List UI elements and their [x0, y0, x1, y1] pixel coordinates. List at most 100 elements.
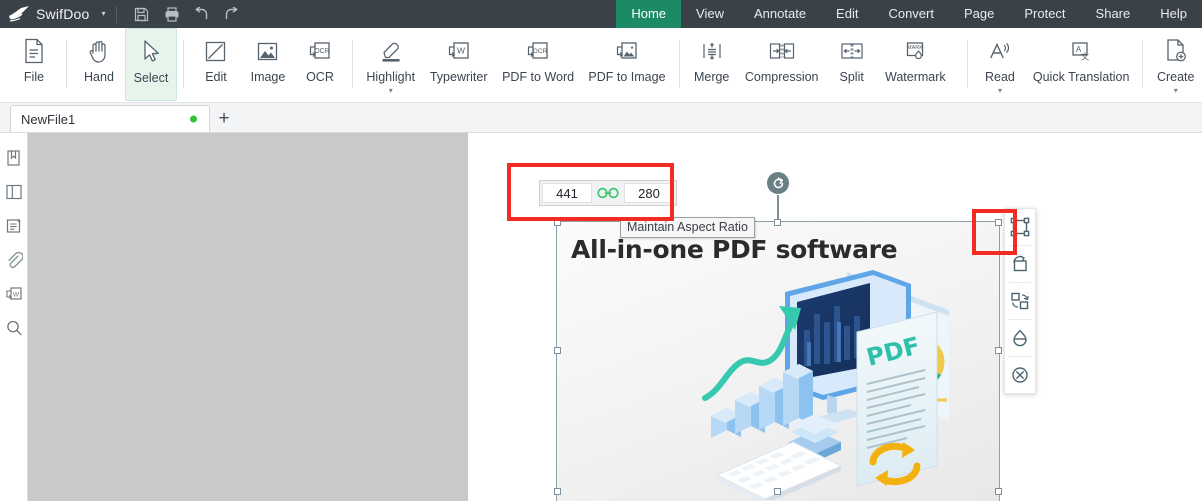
chain-link-icon[interactable] [594, 187, 622, 199]
selected-image-object[interactable]: All-in-one PDF software PDF [556, 221, 1000, 501]
menu-item-share[interactable]: Share [1081, 0, 1146, 28]
resize-handle-w[interactable] [554, 347, 561, 354]
rotate-icon[interactable] [1004, 246, 1036, 282]
undo-icon[interactable] [187, 0, 217, 28]
search-icon[interactable] [0, 311, 28, 345]
highlighter-icon [377, 34, 405, 68]
ribbon-label: Quick Translation [1032, 70, 1130, 84]
chevron-down-icon[interactable]: ▾ [1174, 87, 1178, 95]
ribbon-label: Image [250, 70, 286, 84]
svg-text:OCR: OCR [314, 48, 330, 55]
left-sidebar-rail: W [0, 133, 28, 501]
resize-handle-ne[interactable] [995, 219, 1002, 226]
ribbon-button-create[interactable]: Create ▾ [1149, 28, 1202, 101]
swifdoo-logo-icon [8, 5, 30, 23]
menu-item-edit[interactable]: Edit [821, 0, 873, 28]
delete-icon[interactable] [1004, 357, 1036, 393]
save-icon[interactable] [127, 0, 157, 28]
ribbon-button-read[interactable]: Read ▾ [974, 28, 1026, 101]
ribbon-button-hand[interactable]: Hand [73, 28, 125, 101]
replace-image-icon[interactable] [1004, 283, 1036, 319]
ribbon-button-file[interactable]: File [8, 28, 60, 101]
svg-text:W: W [12, 292, 19, 299]
redo-icon[interactable] [217, 0, 247, 28]
divider [966, 40, 968, 88]
chevron-down-icon[interactable]: ▾ [998, 87, 1002, 95]
ribbon-toolbar: File Hand Select Edit Image OCR OCR High… [0, 28, 1202, 103]
svg-text:OCR: OCR [533, 48, 548, 55]
menu-item-help[interactable]: Help [1145, 0, 1202, 28]
resize-handle-s[interactable] [774, 488, 781, 495]
menu-item-convert[interactable]: Convert [873, 0, 949, 28]
document-viewer: All-in-one PDF software PDF 441 280 Main… [28, 133, 1202, 501]
main-menu-bar: Home View Annotate Edit Convert Page Pro… [616, 0, 1202, 28]
menu-item-view[interactable]: View [681, 0, 739, 28]
brand-name: SwifDoo [36, 6, 90, 22]
resize-handle-nw[interactable] [554, 219, 561, 226]
pdf-page[interactable]: All-in-one PDF software PDF 441 280 Main… [468, 133, 1202, 501]
menu-item-home[interactable]: Home [616, 0, 682, 28]
ribbon-label: OCR [306, 70, 334, 84]
ribbon-label: Create [1156, 70, 1195, 84]
ribbon-label: Highlight [366, 70, 416, 84]
ribbon-button-quick-translation[interactable]: A 文 Quick Translation [1026, 28, 1136, 101]
ribbon-button-watermark[interactable]: MARK Watermark [878, 28, 953, 101]
maintain-aspect-ratio-tooltip: Maintain Aspect Ratio [620, 217, 755, 238]
hand-icon [86, 34, 112, 68]
menu-item-page[interactable]: Page [949, 0, 1009, 28]
swifdoo-window: SwifDoo ▾ Home View Annotate Edit Conver… [0, 0, 1202, 501]
resize-handle-sw[interactable] [554, 488, 561, 495]
menu-item-annotate[interactable]: Annotate [739, 0, 821, 28]
resize-handle-n[interactable] [774, 219, 781, 226]
document-tab-strip: NewFile1 + [0, 103, 1202, 133]
cursor-arrow-icon [140, 35, 162, 69]
ribbon-button-image[interactable]: Image [242, 28, 294, 101]
typewriter-w-icon: W [446, 34, 472, 68]
thumbnail-icon[interactable] [0, 175, 28, 209]
document-icon [22, 34, 46, 68]
translate-icon: A 文 [1068, 34, 1094, 68]
resize-handle-e[interactable] [995, 347, 1002, 354]
ribbon-button-highlight[interactable]: Highlight ▾ [359, 28, 423, 101]
chevron-down-icon[interactable]: ▾ [102, 10, 106, 18]
height-input[interactable]: 280 [624, 183, 674, 203]
divider [351, 40, 353, 88]
resize-handle-se[interactable] [995, 488, 1002, 495]
bookmark-icon[interactable] [0, 141, 28, 175]
ribbon-button-select[interactable]: Select [124, 28, 177, 101]
menu-item-protect[interactable]: Protect [1009, 0, 1080, 28]
ribbon-button-merge[interactable]: Merge [686, 28, 738, 101]
ribbon-button-compression[interactable]: Compression [738, 28, 826, 101]
merge-icon [699, 34, 725, 68]
annotation-list-icon[interactable] [0, 209, 28, 243]
chevron-down-icon[interactable]: ▾ [389, 87, 393, 95]
ribbon-button-pdf-to-word[interactable]: OCR PDF to Word [495, 28, 581, 101]
convert-word-icon[interactable]: W [0, 277, 28, 311]
attachment-clip-icon[interactable] [0, 243, 28, 277]
picture-icon [255, 34, 280, 68]
unsaved-indicator-dot [190, 115, 197, 123]
ribbon-button-edit[interactable]: Edit [190, 28, 242, 101]
crop-resize-icon[interactable] [1004, 209, 1036, 245]
image-context-toolbar [1004, 208, 1036, 394]
svg-text:文: 文 [1081, 51, 1090, 62]
print-icon[interactable] [157, 0, 187, 28]
ribbon-label: Edit [205, 70, 227, 84]
thumbnail-pane[interactable] [28, 133, 468, 501]
svg-text:W: W [457, 45, 465, 55]
document-tab-newfile1[interactable]: NewFile1 [10, 105, 210, 132]
width-input[interactable]: 441 [542, 183, 592, 203]
ribbon-button-pdf-to-image[interactable]: PDF to Image [581, 28, 672, 101]
rotate-handle-icon[interactable] [767, 172, 789, 194]
brand[interactable]: SwifDoo ▾ [0, 0, 106, 28]
opacity-icon[interactable] [1004, 320, 1036, 356]
ribbon-label: Split [839, 70, 864, 84]
ribbon-button-typewriter[interactable]: W Typewriter [423, 28, 495, 101]
new-tab-button[interactable]: + [210, 105, 238, 132]
ribbon-button-split[interactable]: Split [826, 28, 878, 101]
ocr-icon: OCR [307, 34, 333, 68]
isometric-pdf-workspace-illustration: PDF [697, 270, 997, 500]
image-size-popup[interactable]: 441 280 [539, 180, 677, 206]
divider [66, 40, 67, 88]
ribbon-button-ocr[interactable]: OCR OCR [294, 28, 346, 101]
